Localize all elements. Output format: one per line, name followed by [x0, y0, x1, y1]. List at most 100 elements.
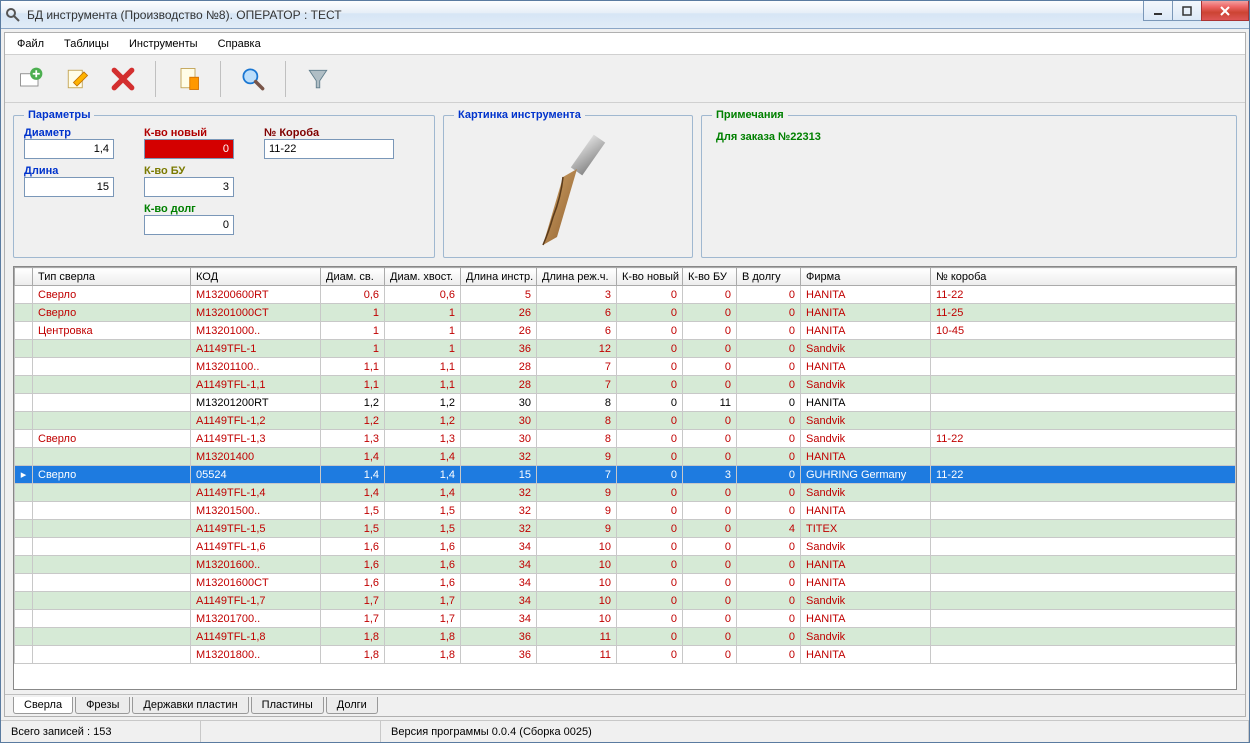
- cell-kn[interactable]: 0: [617, 322, 683, 340]
- cell-d2[interactable]: 1,6: [385, 574, 461, 592]
- titlebar[interactable]: БД инструмента (Производство №8). ОПЕРАТ…: [1, 1, 1249, 29]
- cell-kn[interactable]: 0: [617, 466, 683, 484]
- tab-drills[interactable]: Сверла: [13, 697, 73, 714]
- cell-dolg[interactable]: 0: [737, 412, 801, 430]
- cell-type[interactable]: [33, 520, 191, 538]
- cell-firm[interactable]: TITEX: [801, 520, 931, 538]
- cell-box[interactable]: [931, 448, 1236, 466]
- cell-firm[interactable]: HANITA: [801, 610, 931, 628]
- cell-kb[interactable]: 0: [683, 610, 737, 628]
- cell-kb[interactable]: 0: [683, 304, 737, 322]
- diameter-input[interactable]: [24, 139, 114, 159]
- cell-kn[interactable]: 0: [617, 556, 683, 574]
- cell-type[interactable]: [33, 574, 191, 592]
- table-row[interactable]: M13201600..1,61,63410000HANITA: [15, 556, 1236, 574]
- kdolg-input[interactable]: [144, 215, 234, 235]
- cell-d1[interactable]: 1,3: [321, 430, 385, 448]
- cell-box[interactable]: 11-22: [931, 466, 1236, 484]
- tab-inserts[interactable]: Пластины: [251, 697, 324, 714]
- cell-type[interactable]: [33, 592, 191, 610]
- cell-code[interactable]: A1149TFL-1,8: [191, 628, 321, 646]
- cell-dolg[interactable]: 0: [737, 610, 801, 628]
- cell-code[interactable]: M13201000..: [191, 322, 321, 340]
- cell-d3[interactable]: 32: [461, 502, 537, 520]
- cell-kn[interactable]: 0: [617, 574, 683, 592]
- maximize-button[interactable]: [1172, 1, 1202, 21]
- cell-box[interactable]: [931, 484, 1236, 502]
- col-box[interactable]: № короба: [931, 268, 1236, 286]
- cell-d4[interactable]: 9: [537, 484, 617, 502]
- cell-d3[interactable]: 5: [461, 286, 537, 304]
- cell-d1[interactable]: 1,6: [321, 538, 385, 556]
- cell-kn[interactable]: 0: [617, 430, 683, 448]
- cell-code[interactable]: A1149TFL-1,4: [191, 484, 321, 502]
- cell-kb[interactable]: 0: [683, 574, 737, 592]
- cell-d4[interactable]: 7: [537, 466, 617, 484]
- cell-d3[interactable]: 30: [461, 430, 537, 448]
- cell-d2[interactable]: 1,1: [385, 358, 461, 376]
- cell-d1[interactable]: 1,1: [321, 376, 385, 394]
- table-row[interactable]: A1149TFL-1,21,21,2308000Sandvik: [15, 412, 1236, 430]
- menu-tools[interactable]: Инструменты: [119, 35, 208, 53]
- add-button[interactable]: [9, 59, 53, 99]
- cell-firm[interactable]: Sandvik: [801, 484, 931, 502]
- minimize-button[interactable]: [1143, 1, 1173, 21]
- cell-d2[interactable]: 1: [385, 304, 461, 322]
- cell-d1[interactable]: 1: [321, 304, 385, 322]
- cell-d3[interactable]: 28: [461, 358, 537, 376]
- cell-type[interactable]: Центровка: [33, 322, 191, 340]
- cell-d2[interactable]: 1: [385, 322, 461, 340]
- cell-d2[interactable]: 1,6: [385, 556, 461, 574]
- filter-button[interactable]: [296, 59, 340, 99]
- cell-kn[interactable]: 0: [617, 610, 683, 628]
- cell-kn[interactable]: 0: [617, 376, 683, 394]
- menu-file[interactable]: Файл: [7, 35, 54, 53]
- cell-d2[interactable]: 1,7: [385, 610, 461, 628]
- cell-d2[interactable]: 1,7: [385, 592, 461, 610]
- cell-d1[interactable]: 1,4: [321, 484, 385, 502]
- col-kb[interactable]: К-во БУ: [683, 268, 737, 286]
- cell-d2[interactable]: 1,4: [385, 484, 461, 502]
- cell-box[interactable]: [931, 502, 1236, 520]
- cell-type[interactable]: [33, 628, 191, 646]
- cell-d1[interactable]: 1,1: [321, 358, 385, 376]
- cell-d4[interactable]: 8: [537, 412, 617, 430]
- cell-box[interactable]: [931, 592, 1236, 610]
- cell-d1[interactable]: 1,5: [321, 520, 385, 538]
- cell-code[interactable]: M13201700..: [191, 610, 321, 628]
- cell-dolg[interactable]: 0: [737, 286, 801, 304]
- cell-d4[interactable]: 8: [537, 394, 617, 412]
- table-row[interactable]: ▸Сверло055241,41,4157030GUHRING Germany1…: [15, 466, 1236, 484]
- cell-box[interactable]: [931, 412, 1236, 430]
- cell-box[interactable]: [931, 610, 1236, 628]
- cell-d1[interactable]: 1,8: [321, 628, 385, 646]
- cell-box[interactable]: [931, 538, 1236, 556]
- cell-d2[interactable]: 1: [385, 340, 461, 358]
- tab-holders[interactable]: Державки пластин: [132, 697, 248, 714]
- cell-d2[interactable]: 1,4: [385, 466, 461, 484]
- cell-kn[interactable]: 0: [617, 304, 683, 322]
- cell-kb[interactable]: 0: [683, 376, 737, 394]
- cell-type[interactable]: [33, 412, 191, 430]
- cell-kn[interactable]: 0: [617, 646, 683, 664]
- cell-d4[interactable]: 9: [537, 502, 617, 520]
- cell-d1[interactable]: 1,7: [321, 592, 385, 610]
- cell-type[interactable]: Сверло: [33, 466, 191, 484]
- cell-firm[interactable]: HANITA: [801, 394, 931, 412]
- cell-code[interactable]: M13201000CT: [191, 304, 321, 322]
- cell-d4[interactable]: 7: [537, 376, 617, 394]
- cell-kn[interactable]: 0: [617, 520, 683, 538]
- cell-d1[interactable]: 1: [321, 340, 385, 358]
- cell-code[interactable]: A1149TFL-1: [191, 340, 321, 358]
- cell-d4[interactable]: 10: [537, 592, 617, 610]
- cell-type[interactable]: Сверло: [33, 430, 191, 448]
- menu-help[interactable]: Справка: [208, 35, 271, 53]
- cell-firm[interactable]: HANITA: [801, 358, 931, 376]
- cell-d2[interactable]: 1,8: [385, 646, 461, 664]
- cell-kb[interactable]: 0: [683, 412, 737, 430]
- cell-d1[interactable]: 1: [321, 322, 385, 340]
- cell-kb[interactable]: 0: [683, 592, 737, 610]
- cell-d1[interactable]: 1,6: [321, 574, 385, 592]
- cell-firm[interactable]: Sandvik: [801, 376, 931, 394]
- cell-kn[interactable]: 0: [617, 394, 683, 412]
